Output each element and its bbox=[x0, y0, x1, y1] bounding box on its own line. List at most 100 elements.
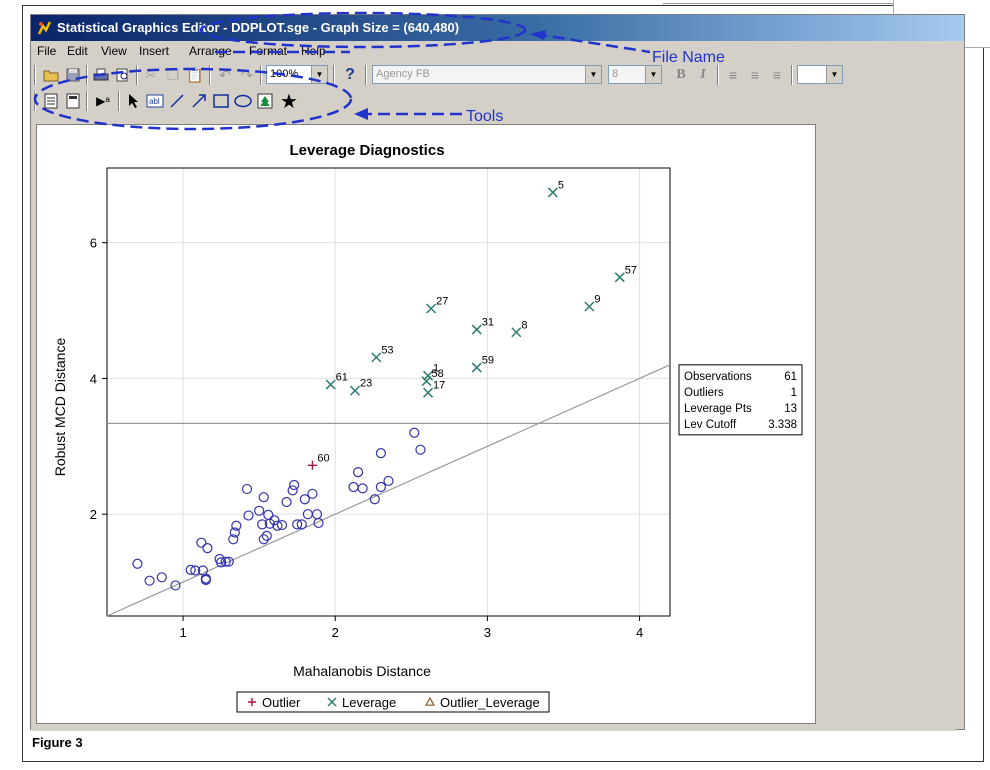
normal-point bbox=[202, 543, 213, 554]
normal-point bbox=[415, 444, 426, 455]
normal-point bbox=[258, 492, 269, 503]
inset-value: 13 bbox=[784, 403, 797, 415]
toolbar-separator bbox=[136, 65, 138, 85]
toolbar-separator bbox=[118, 91, 120, 111]
menu-insert[interactable]: Insert bbox=[139, 41, 169, 61]
point-label: 5 bbox=[558, 179, 564, 191]
legend-label: Outlier bbox=[262, 695, 301, 710]
cut-icon[interactable]: ✂ bbox=[141, 65, 161, 85]
open-folder-icon[interactable] bbox=[41, 65, 61, 85]
arrow-tool-icon[interactable] bbox=[189, 91, 209, 111]
inset-value: 1 bbox=[791, 387, 797, 399]
zoom-value: 100% bbox=[270, 68, 299, 80]
inset-value: 3.338 bbox=[768, 419, 797, 431]
leverage-point bbox=[423, 387, 434, 398]
text-tool-icon[interactable] bbox=[41, 91, 61, 111]
paste-icon[interactable]: 📋 bbox=[185, 65, 205, 85]
color-select[interactable]: ▼ bbox=[797, 65, 843, 84]
chevron-down-icon[interactable]: ▼ bbox=[585, 66, 601, 83]
outlier-point bbox=[307, 460, 317, 470]
normal-point bbox=[144, 575, 155, 586]
leverage-point bbox=[584, 301, 595, 312]
inset-label: Outliers bbox=[684, 387, 724, 399]
chevron-down-icon[interactable]: ▼ bbox=[645, 66, 661, 83]
toolbar-separator bbox=[333, 65, 335, 85]
x-tick-label: 1 bbox=[179, 625, 186, 640]
leverage-point bbox=[426, 303, 437, 314]
print-icon[interactable] bbox=[91, 65, 111, 85]
normal-point bbox=[281, 496, 292, 508]
ellipse-tool-icon[interactable] bbox=[233, 91, 253, 111]
title-bar[interactable]: Statistical Graphics Editor - DDPLOT.sge… bbox=[31, 15, 964, 41]
normal-point bbox=[307, 488, 318, 499]
italic-button[interactable]: I bbox=[693, 65, 713, 85]
y-tick-label: 6 bbox=[90, 236, 97, 251]
zoom-select[interactable]: 100% ▼ bbox=[266, 65, 328, 84]
point-label: 31 bbox=[482, 317, 494, 329]
font-value: Agency FB bbox=[376, 68, 430, 80]
chevron-down-icon[interactable]: ▼ bbox=[311, 66, 327, 83]
menu-format[interactable]: Format bbox=[249, 41, 287, 61]
leverage-point bbox=[325, 379, 336, 390]
svg-text:abl: abl bbox=[149, 97, 160, 106]
align-left-icon[interactable]: ≡ bbox=[723, 65, 743, 85]
menu-view[interactable]: View bbox=[101, 41, 127, 61]
save-disk-icon[interactable] bbox=[63, 65, 83, 85]
title-tool-icon[interactable] bbox=[63, 91, 83, 111]
toolbar-separator bbox=[365, 65, 367, 85]
menu-help[interactable]: Help bbox=[301, 41, 326, 61]
normal-point bbox=[348, 481, 359, 493]
normal-point bbox=[409, 427, 420, 438]
star-tool-icon[interactable]: ★ bbox=[279, 91, 299, 113]
select-arrow-icon[interactable] bbox=[123, 91, 143, 111]
font-select[interactable]: Agency FB ▼ bbox=[372, 65, 602, 84]
menu-arrange[interactable]: Arrange bbox=[189, 41, 232, 61]
textbox-icon[interactable]: abl bbox=[145, 91, 165, 111]
app-icon bbox=[37, 21, 52, 35]
line-tool-icon[interactable] bbox=[167, 91, 187, 111]
figure-caption: Figure 3 bbox=[32, 735, 83, 750]
leverage-point bbox=[471, 362, 482, 373]
editor-window: Statistical Graphics Editor - DDPLOT.sge… bbox=[30, 14, 965, 731]
normal-point bbox=[132, 558, 143, 569]
image-tool-icon[interactable] bbox=[255, 91, 275, 111]
toolbar-separator bbox=[86, 91, 88, 111]
point-label: 57 bbox=[625, 264, 637, 276]
normal-point bbox=[289, 479, 300, 491]
undo-icon[interactable]: ↶ bbox=[215, 65, 235, 85]
legend-label: Leverage bbox=[342, 695, 396, 710]
leverage-point bbox=[614, 272, 625, 283]
point-label: 9 bbox=[594, 293, 600, 305]
redo-icon[interactable]: ↷ bbox=[237, 65, 257, 85]
normal-point bbox=[383, 475, 394, 487]
chevron-down-icon[interactable]: ▼ bbox=[826, 66, 842, 83]
point-label: 58 bbox=[432, 368, 444, 380]
menu-file[interactable]: File bbox=[37, 41, 56, 61]
normal-point bbox=[263, 509, 274, 520]
help-icon[interactable]: ? bbox=[340, 65, 360, 85]
normal-point bbox=[287, 485, 298, 496]
toolbar-separator bbox=[86, 65, 88, 85]
normal-point bbox=[352, 466, 364, 478]
align-right-icon[interactable]: ≡ bbox=[767, 65, 787, 85]
label-pointer-icon[interactable]: ▶ᵃ bbox=[93, 91, 113, 111]
chart-title: Leverage Diagnostics bbox=[289, 142, 444, 159]
normal-point bbox=[241, 483, 253, 495]
leverage-point bbox=[547, 187, 558, 198]
print-preview-icon[interactable] bbox=[113, 65, 133, 85]
copy-icon[interactable]: ❐ bbox=[163, 65, 183, 85]
inset-label: Lev Cutoff bbox=[684, 419, 737, 431]
normal-point bbox=[156, 572, 167, 583]
leverage-point bbox=[471, 324, 482, 335]
graph-canvas[interactable]: Leverage Diagnostics Mahalanobis Distanc… bbox=[36, 124, 816, 724]
font-size-select[interactable]: 8 ▼ bbox=[608, 65, 662, 84]
x-tick-label: 4 bbox=[636, 625, 643, 640]
bold-button[interactable]: B bbox=[671, 65, 691, 85]
font-size-value: 8 bbox=[612, 68, 619, 80]
plot-area-frame bbox=[106, 167, 671, 617]
menu-edit[interactable]: Edit bbox=[67, 41, 88, 61]
normal-point bbox=[375, 447, 386, 459]
toolbar-separator bbox=[717, 65, 719, 85]
rectangle-tool-icon[interactable] bbox=[211, 91, 231, 111]
align-center-icon[interactable]: ≡ bbox=[745, 65, 765, 85]
